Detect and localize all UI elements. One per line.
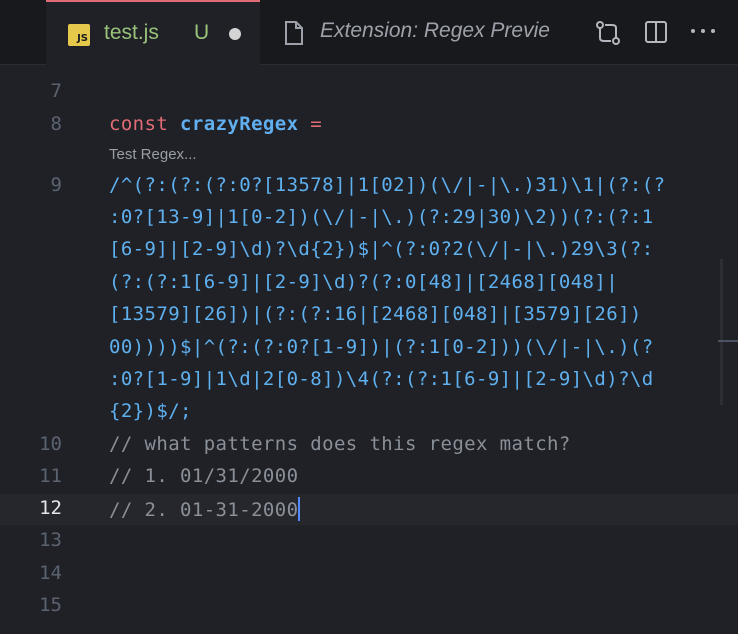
- line-number: 7: [50, 80, 62, 102]
- tab-label: Extension: Regex Previe: [320, 19, 550, 42]
- line-number: 9: [50, 174, 62, 196]
- file-icon: [285, 21, 303, 45]
- scrollbar[interactable]: [720, 259, 723, 405]
- tab-test-js[interactable]: JS test.js U: [46, 0, 260, 65]
- regex-line[interactable]: /^(?:(?:(?:0?[13578]|1[02])(\/|-|\.)31)\…: [109, 174, 665, 196]
- more-actions-icon[interactable]: [690, 27, 716, 35]
- assign-operator: =: [310, 113, 323, 135]
- tab-bar: JS test.js U Extension: Regex Previe: [0, 0, 738, 65]
- line-number: 11: [39, 465, 62, 487]
- comment-text: // 2. 01-31-2000: [109, 499, 299, 521]
- untracked-status: U: [194, 21, 210, 44]
- unsaved-dot-icon[interactable]: [229, 28, 241, 40]
- regex-line[interactable]: [13579][26])|(?:(?:16|[2468][048]|[3579]…: [109, 303, 642, 325]
- compare-changes-icon[interactable]: [594, 20, 622, 46]
- line-number: 14: [39, 562, 62, 584]
- regex-line[interactable]: {2})$/;: [109, 400, 192, 422]
- regex-line[interactable]: :0?[13-9]|1[0-2])(\/|-|\.)(?:29|30)\2))(…: [109, 206, 654, 228]
- regex-line[interactable]: (?:(?:1[6-9]|[2-9]\d)?(?:0[48]|[2468][04…: [109, 271, 618, 293]
- comment-line-11[interactable]: // 1. 01/31/2000: [109, 465, 298, 487]
- regex-line[interactable]: 00))))$|^(?:(?:0?[1-9])|(?:1[0-2]))(\/|-…: [109, 336, 654, 358]
- line-number: 15: [39, 594, 62, 616]
- regex-line[interactable]: :0?[1-9]|1\d|2[0-8])\4(?:(?:1[6-9]|[2-9]…: [109, 368, 654, 390]
- comment-line-10[interactable]: // what patterns does this regex match?: [109, 433, 571, 455]
- code-editor[interactable]: 7 8 9 10 11 12 13 14 15 const crazyRegex…: [0, 64, 738, 634]
- tab-extension-regex-preview[interactable]: Extension: Regex Previe: [262, 0, 592, 64]
- line-number: 10: [39, 433, 62, 455]
- code-line-8[interactable]: const crazyRegex =: [109, 113, 322, 135]
- text-cursor: [298, 497, 301, 521]
- regex-line[interactable]: [6-9]|[2-9]\d)?\d{2})$|^(?:0?2(\/|-|\.)2…: [109, 238, 654, 260]
- split-editor-icon[interactable]: [644, 20, 668, 44]
- overview-ruler-mark: [718, 340, 738, 342]
- variable-name: crazyRegex: [180, 113, 299, 135]
- line-number: 13: [39, 529, 62, 551]
- comment-line-12[interactable]: // 2. 01-31-2000: [109, 497, 301, 521]
- js-file-icon: JS: [68, 24, 90, 46]
- test-regex-codelens[interactable]: Test Regex...: [109, 146, 197, 163]
- line-number-active: 12: [39, 497, 62, 519]
- tab-label: test.js: [104, 21, 159, 44]
- line-number: 8: [50, 113, 62, 135]
- const-keyword: const: [109, 113, 169, 135]
